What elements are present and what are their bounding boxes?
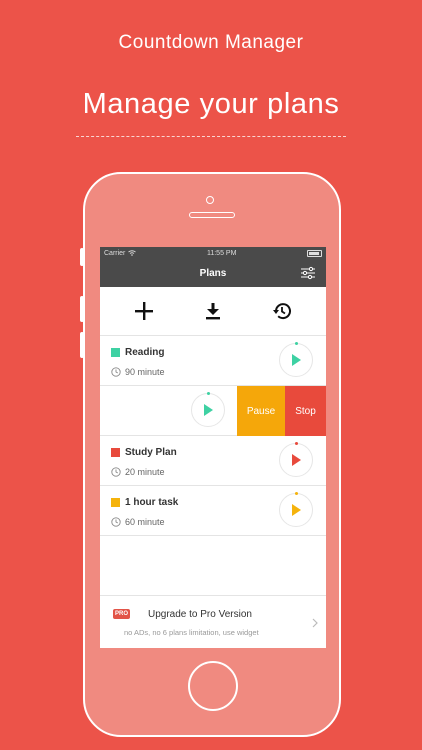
history-icon (272, 303, 291, 320)
download-icon (205, 303, 220, 320)
plan-title: 1 hour task (111, 497, 178, 508)
upgrade-banner[interactable]: PRO Upgrade to Pro Version no ADs, no 6 … (100, 595, 326, 648)
app-title: Countdown Manager (118, 32, 304, 53)
nav-bar: Plans (100, 259, 326, 287)
swipe-actions: Pause Stop (237, 386, 326, 436)
progress-dot (207, 392, 210, 395)
play-icon (292, 504, 301, 516)
volume-down-button (80, 332, 84, 358)
toolbar (100, 287, 326, 336)
volume-up-button (80, 296, 84, 322)
promo-title: Upgrade to Pro Version (148, 609, 252, 620)
plan-duration: 90 minute (111, 367, 165, 377)
speaker-grille (189, 212, 235, 218)
plan-duration: 60 minute (111, 517, 165, 527)
wifi-icon (128, 250, 137, 256)
import-button[interactable] (199, 297, 227, 325)
plan-title: Study Plan (111, 447, 177, 458)
plan-duration-text: 90 minute (125, 367, 165, 377)
plan-color-swatch (111, 448, 120, 457)
clock-icon (111, 467, 121, 477)
clock-icon (111, 517, 121, 527)
status-bar: Carrier 11:55 PM (100, 247, 326, 259)
plan-duration: 20 minute (111, 467, 165, 477)
pause-button[interactable]: Pause (237, 386, 285, 436)
play-icon (292, 454, 301, 466)
mute-switch (80, 248, 84, 266)
plan-row-hour-task[interactable]: 1 hour task 60 minute (100, 486, 326, 536)
status-time: 11:55 PM (206, 249, 237, 257)
progress-dot (295, 492, 298, 495)
stop-button[interactable]: Stop (285, 386, 326, 436)
play-icon (292, 354, 301, 366)
sliders-icon[interactable] (300, 266, 316, 280)
add-plan-button[interactable] (130, 297, 158, 325)
chevron-right-icon (312, 618, 318, 628)
plan-duration-text: 20 minute (125, 467, 165, 477)
plan-duration-text: 60 minute (125, 517, 165, 527)
play-button[interactable] (279, 342, 313, 377)
clock-icon (111, 367, 121, 377)
home-button[interactable] (188, 661, 238, 711)
plan-name: Reading (125, 347, 165, 358)
nav-title: Plans (199, 267, 227, 279)
carrier-label: Carrier (104, 249, 126, 257)
promo-subtitle: no ADs, no 6 plans limitation, use widge… (124, 628, 259, 637)
progress-dot (295, 342, 298, 345)
progress-dot (295, 442, 298, 445)
pro-badge: PRO (113, 609, 130, 619)
plan-row-reading[interactable]: Reading 90 minute (100, 336, 326, 386)
plan-row-swiped[interactable]: Pause Stop (100, 386, 326, 436)
history-button[interactable] (268, 297, 296, 325)
front-camera (206, 196, 214, 204)
plus-icon (135, 302, 154, 320)
plan-color-swatch (111, 348, 120, 357)
battery-icon (307, 249, 322, 257)
play-button[interactable] (279, 442, 313, 477)
tagline: Manage your plans (82, 88, 340, 120)
dashed-divider (76, 136, 346, 137)
phone-screen: Carrier 11:55 PM Plans Reading 90 minute… (100, 247, 326, 648)
plan-name: 1 hour task (125, 497, 179, 508)
plan-title: Reading (111, 347, 164, 358)
plan-row-study[interactable]: Study Plan 20 minute (100, 436, 326, 486)
plan-name: Study Plan (125, 447, 177, 458)
play-icon (204, 404, 213, 416)
play-button[interactable] (279, 492, 313, 527)
play-button[interactable] (191, 392, 225, 427)
plan-color-swatch (111, 498, 120, 507)
